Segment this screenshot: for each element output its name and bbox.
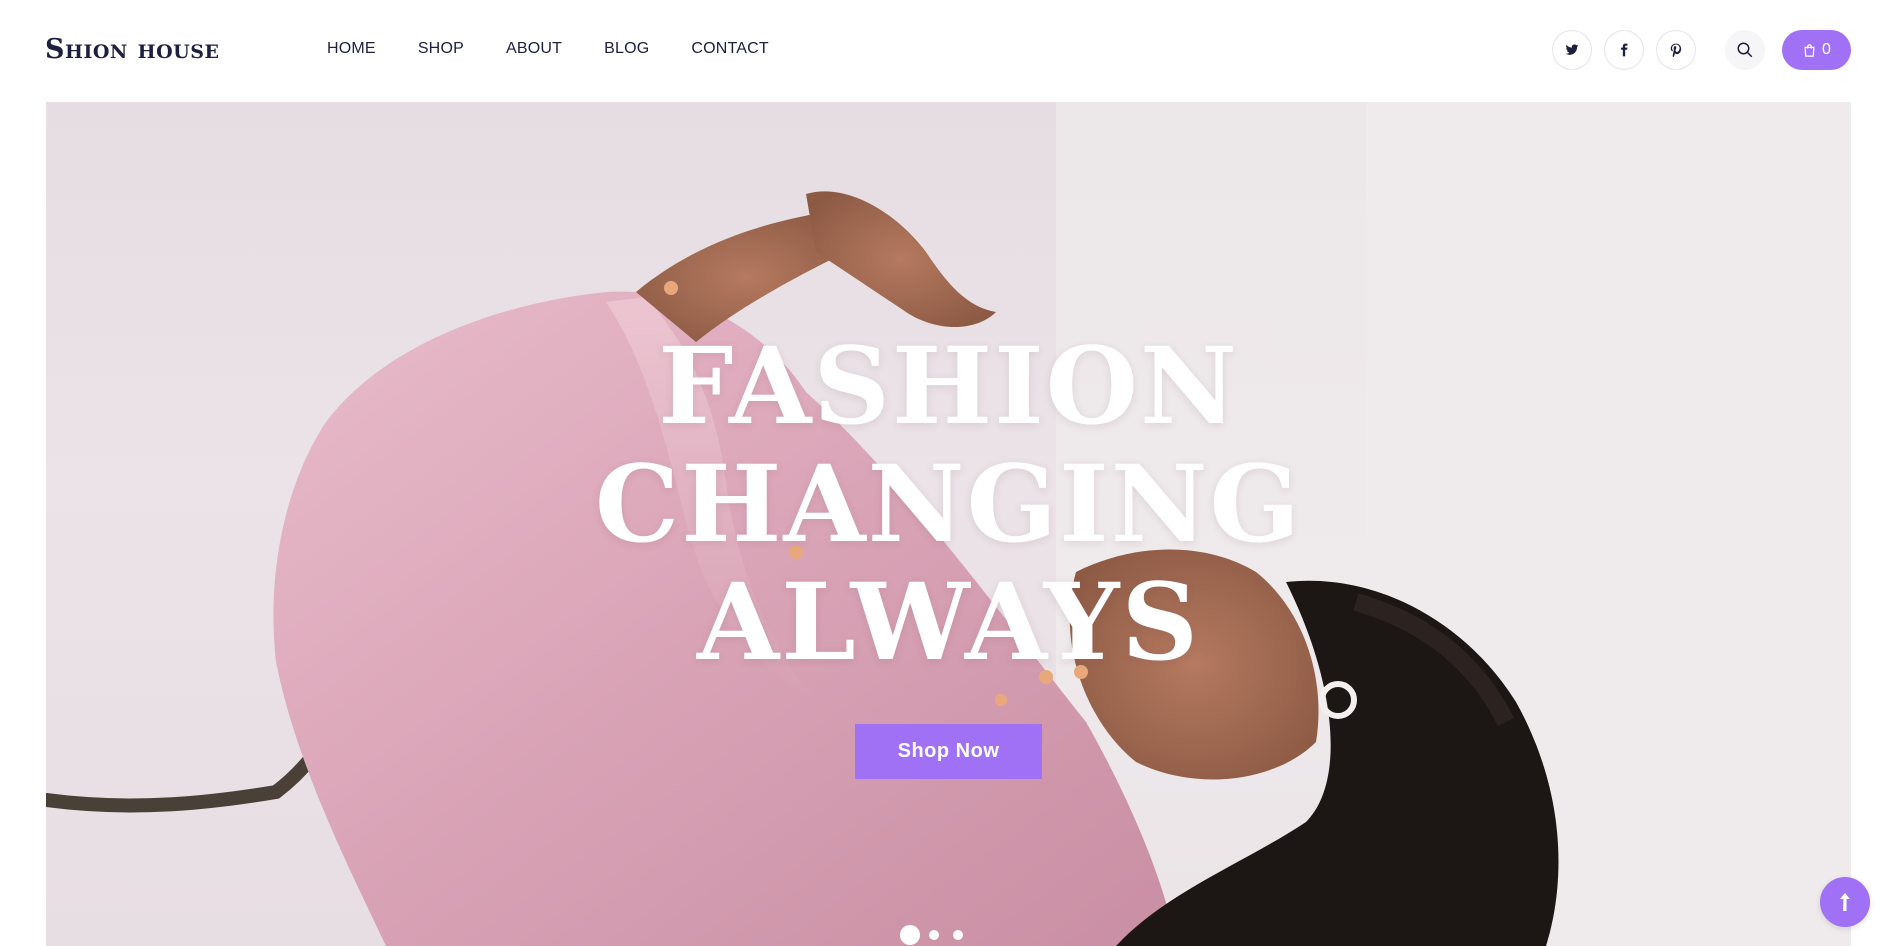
nav-item-contact[interactable]: CONTACT xyxy=(691,40,769,58)
shop-now-button[interactable]: Shop Now xyxy=(855,724,1042,779)
twitter-icon xyxy=(1565,44,1579,55)
nav-item-home[interactable]: HOME xyxy=(327,40,376,58)
twitter-button[interactable] xyxy=(1552,30,1592,70)
hero-title-line-2: CHANGING xyxy=(594,441,1303,566)
nav-item-blog[interactable]: BLOG xyxy=(604,40,649,58)
slider-dot-3[interactable] xyxy=(953,930,963,940)
pinterest-button[interactable] xyxy=(1656,30,1696,70)
arrow-up-icon xyxy=(1840,893,1850,911)
pinterest-icon xyxy=(1670,43,1682,57)
facebook-button[interactable] xyxy=(1604,30,1644,70)
hero-title-line-3: ALWAYS xyxy=(696,559,1201,684)
facebook-icon xyxy=(1621,43,1628,57)
search-button[interactable] xyxy=(1725,30,1765,70)
search-icon xyxy=(1737,42,1753,58)
slider-pagination xyxy=(905,930,963,940)
nav-item-shop[interactable]: SHOP xyxy=(418,40,464,58)
cart-button[interactable]: 0 xyxy=(1782,30,1851,70)
slider-dot-2[interactable] xyxy=(929,930,939,940)
nav-item-about[interactable]: ABOUT xyxy=(506,40,562,58)
main-nav: HOME SHOP ABOUT BLOG CONTACT xyxy=(327,40,811,58)
hero-title-line-1: FASHION xyxy=(658,323,1239,448)
hero-slider: FASHION CHANGING ALWAYS Shop Now xyxy=(46,102,1851,946)
hero-title: FASHION CHANGING ALWAYS xyxy=(46,327,1851,681)
slider-dot-1[interactable] xyxy=(905,930,915,940)
back-to-top-button[interactable] xyxy=(1820,877,1870,927)
shopping-bag-icon xyxy=(1804,43,1815,57)
cart-count: 0 xyxy=(1822,41,1831,58)
site-header: Shion house HOME SHOP ABOUT BLOG CONTACT xyxy=(0,0,1903,102)
site-logo[interactable]: Shion house xyxy=(45,34,219,65)
